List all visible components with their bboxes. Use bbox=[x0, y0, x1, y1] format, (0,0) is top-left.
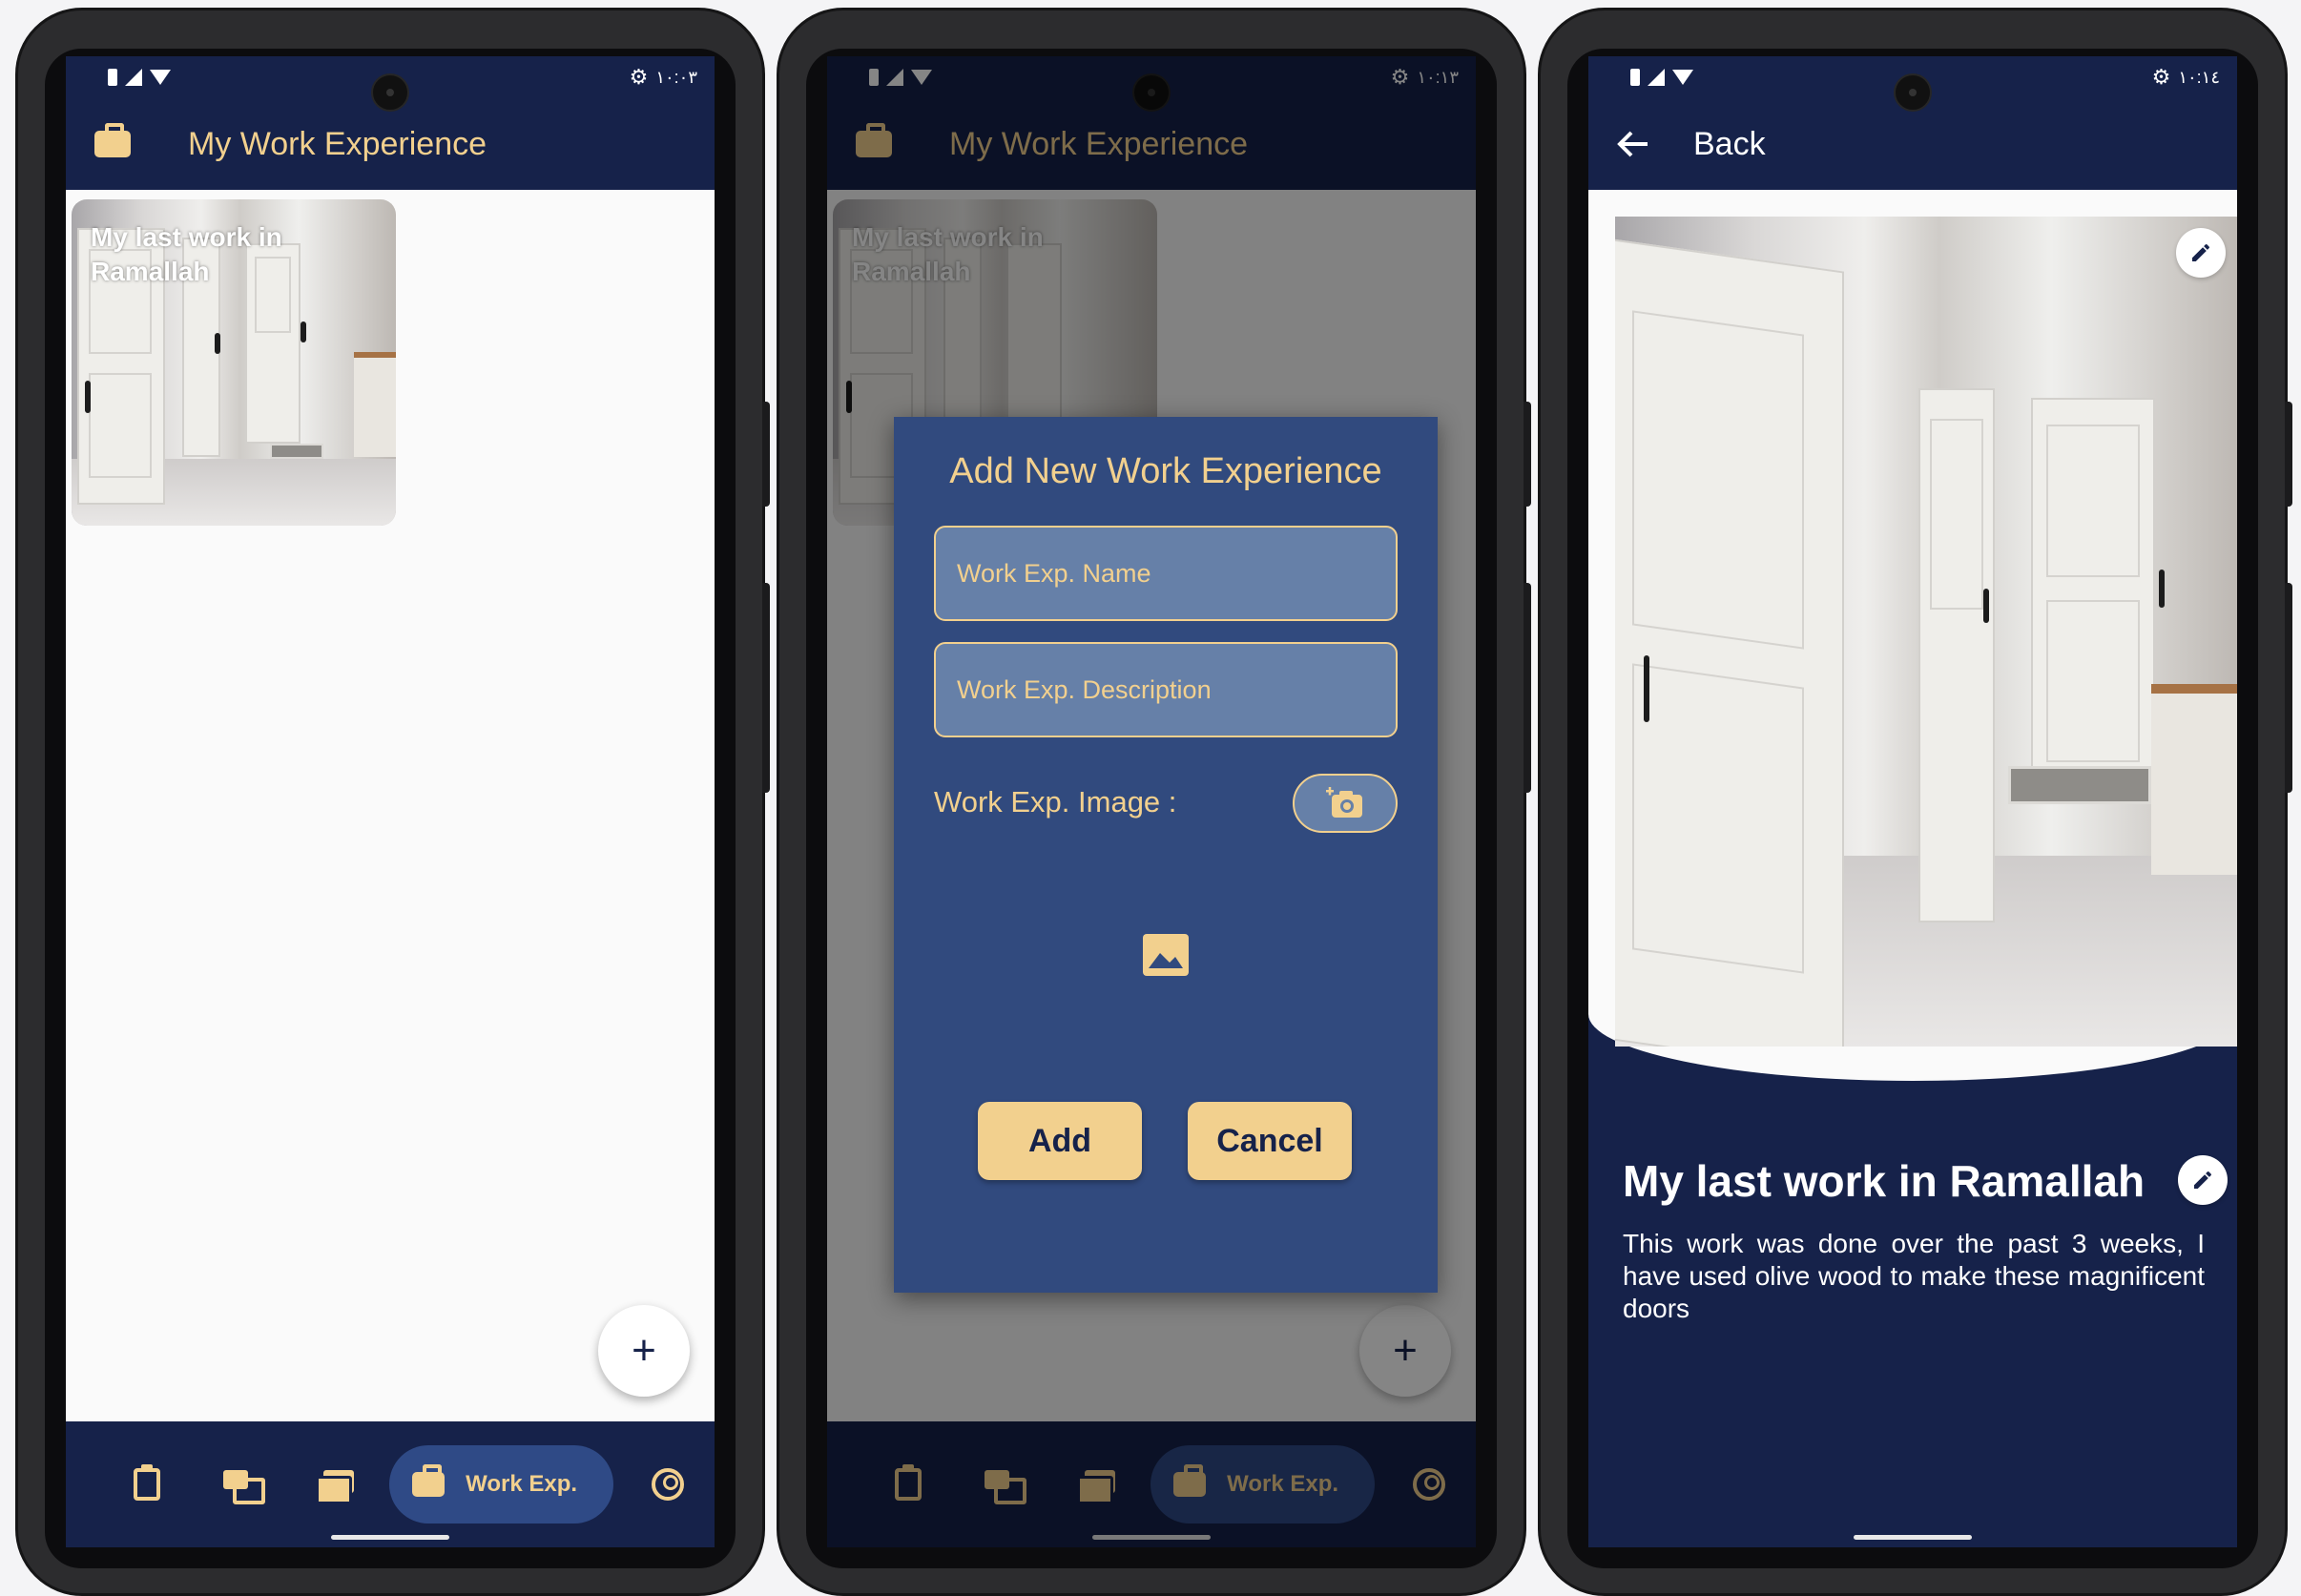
detail-body: My last work in Ramallah This work was d… bbox=[1588, 190, 2237, 1547]
nav-item-work-exp[interactable]: Work Exp. bbox=[389, 1445, 613, 1523]
nav-item-profile[interactable] bbox=[621, 1446, 715, 1523]
work-exp-description-input[interactable] bbox=[957, 674, 1375, 705]
signal-icon bbox=[1648, 69, 1665, 86]
signal-icon bbox=[125, 69, 142, 86]
status-time: ١٠:٠٣ bbox=[655, 67, 697, 87]
power-button bbox=[1524, 402, 1531, 507]
edit-photo-button[interactable] bbox=[2176, 228, 2226, 278]
bottom-navigation: Work Exp. bbox=[66, 1421, 715, 1547]
screen-bezel: ⚙ ١٠:١٣ My Work Experience My last work … bbox=[806, 49, 1497, 1568]
work-experience-detail-screen: ⚙ ١٠:١٤ Back My last work in Ramallah Th… bbox=[1588, 56, 2237, 1547]
phone-frame-1: ⚙ ١٠:٠٣ My Work Experience My last work … bbox=[15, 8, 770, 1596]
work-exp-name-input[interactable] bbox=[957, 558, 1375, 589]
nav-item-tasks[interactable] bbox=[100, 1446, 194, 1523]
clipboard-icon bbox=[134, 1464, 161, 1501]
pencil-icon bbox=[2192, 243, 2210, 261]
settings-icon: ⚙ bbox=[2151, 65, 2171, 89]
settings-icon: ⚙ bbox=[629, 65, 649, 89]
nav-item-chats[interactable] bbox=[194, 1446, 287, 1523]
nav-item-label: Work Exp. bbox=[466, 1471, 578, 1497]
power-button bbox=[762, 402, 770, 507]
work-experience-card[interactable]: My last work in Ramallah bbox=[72, 199, 396, 526]
detail-image-section bbox=[1588, 190, 2237, 1081]
image-placeholder-icon bbox=[1143, 934, 1189, 976]
volume-button bbox=[1524, 583, 1531, 793]
work-exp-description-field[interactable] bbox=[934, 642, 1398, 737]
work-title: My last work in Ramallah bbox=[1623, 1156, 2146, 1206]
image-label: Work Exp. Image : bbox=[934, 785, 1177, 819]
add-work-experience-dialog: Add New Work Experience Work Exp. Image … bbox=[894, 417, 1438, 1293]
phone-frame-2: ⚙ ١٠:١٣ My Work Experience My last work … bbox=[777, 8, 1531, 1596]
chat-icon bbox=[222, 1470, 265, 1504]
account-icon bbox=[651, 1468, 684, 1501]
home-indicator[interactable] bbox=[331, 1535, 449, 1540]
app-bar: Back bbox=[1588, 98, 2237, 190]
power-button bbox=[2285, 402, 2292, 507]
app-bar: My Work Experience bbox=[66, 98, 715, 190]
phone-frame-3: ⚙ ١٠:١٤ Back My last work in Ramallah Th… bbox=[1538, 8, 2292, 1596]
home-indicator[interactable] bbox=[1854, 1535, 1972, 1540]
front-camera bbox=[1894, 73, 1932, 112]
wifi-icon bbox=[150, 70, 171, 85]
volume-button bbox=[2285, 583, 2292, 793]
wifi-icon bbox=[1672, 70, 1693, 85]
battery-icon bbox=[1630, 69, 1640, 86]
work-exp-name-field[interactable] bbox=[934, 526, 1398, 621]
card-title: My last work in Ramallah bbox=[91, 222, 282, 286]
add-photo-icon bbox=[1326, 787, 1362, 818]
add-work-experience-screen: ⚙ ١٠:١٣ My Work Experience My last work … bbox=[827, 56, 1476, 1547]
dialog-title: Add New Work Experience bbox=[949, 451, 1382, 491]
front-camera bbox=[371, 73, 409, 112]
screen-bezel: ⚙ ١٠:١٤ Back My last work in Ramallah Th… bbox=[1567, 49, 2258, 1568]
add-work-experience-button[interactable]: + bbox=[598, 1305, 690, 1397]
add-button[interactable]: Add bbox=[978, 1102, 1142, 1180]
pencil-icon bbox=[2194, 1171, 2212, 1189]
pick-image-button[interactable] bbox=[1293, 774, 1398, 833]
work-photo bbox=[1615, 217, 2237, 1047]
briefcase-icon bbox=[94, 123, 131, 157]
status-time: ١٠:١٤ bbox=[2178, 67, 2220, 87]
briefcase-icon bbox=[412, 1464, 446, 1497]
plus-icon: + bbox=[632, 1327, 656, 1374]
nav-item-files[interactable] bbox=[288, 1446, 382, 1523]
edit-details-button[interactable] bbox=[2178, 1155, 2228, 1205]
folders-icon bbox=[315, 1470, 354, 1504]
work-experience-grid: My last work in Ramallah bbox=[66, 190, 715, 1421]
back-arrow-icon[interactable] bbox=[1617, 130, 1649, 158]
work-experience-list-screen: ⚙ ١٠:٠٣ My Work Experience My last work … bbox=[66, 56, 715, 1547]
back-label[interactable]: Back bbox=[1693, 126, 1766, 163]
volume-button bbox=[762, 583, 770, 793]
screen-bezel: ⚙ ١٠:٠٣ My Work Experience My last work … bbox=[45, 49, 736, 1568]
work-description: This work was done over the past 3 weeks… bbox=[1623, 1229, 2205, 1323]
cancel-button[interactable]: Cancel bbox=[1188, 1102, 1352, 1180]
page-title: My Work Experience bbox=[188, 125, 487, 162]
battery-icon bbox=[108, 69, 117, 86]
